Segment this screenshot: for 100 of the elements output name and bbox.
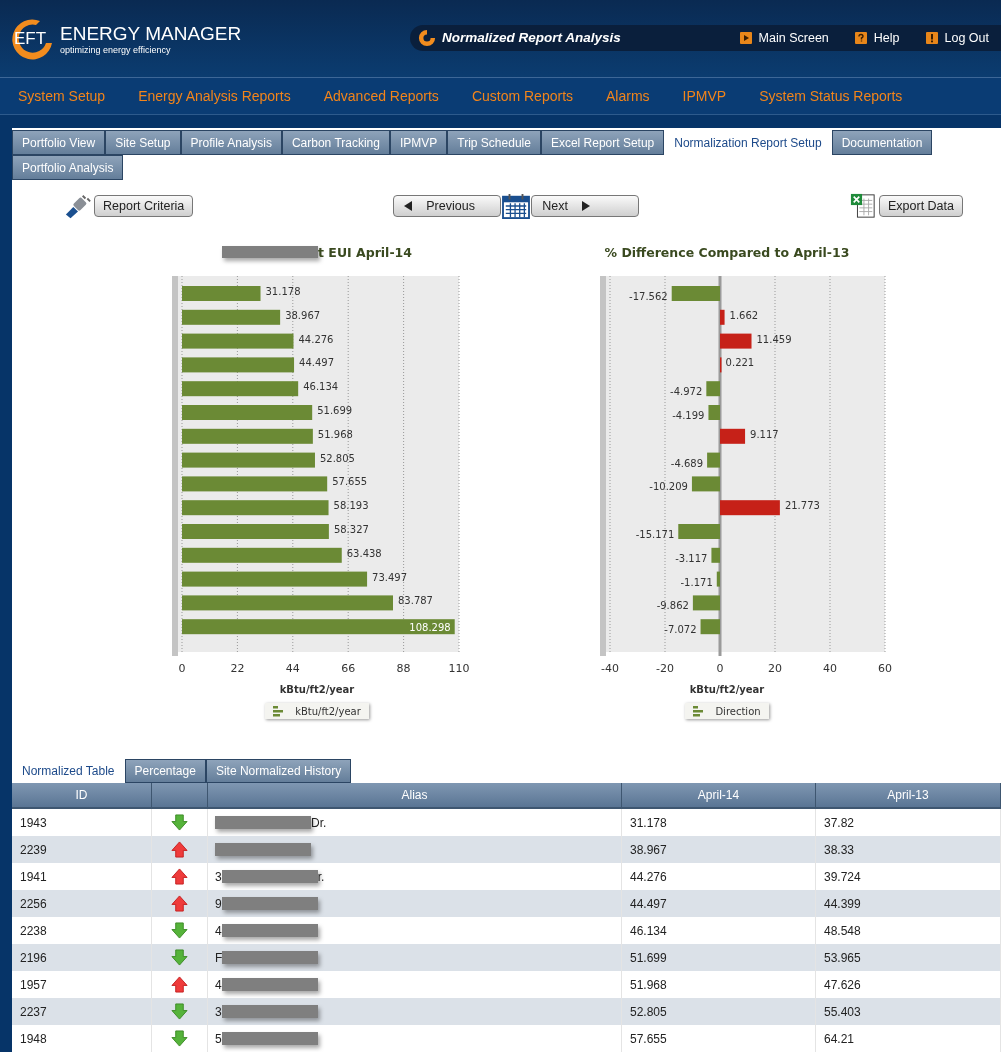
data-label: -7.072 [664,624,697,636]
bar [691,476,720,492]
axis-tick-label: 60 [878,662,892,675]
menu-item[interactable]: Custom Reports [471,88,574,105]
table-cell: 1957 [20,977,47,992]
data-label: 0.221 [725,357,755,369]
report-criteria-button[interactable]: Report Criteria [94,195,194,217]
tab[interactable]: Profile Analysis [180,130,282,155]
data-label: -9.862 [656,600,689,612]
down-arrow-icon [171,1030,188,1047]
tab[interactable]: Trip Schedule [447,130,541,155]
plug-icon [64,193,92,219]
table-cell: 1943 [20,815,47,830]
table-cell: 44.276 [630,869,667,884]
data-label: 21.773 [784,500,820,512]
tab[interactable]: Documentation [831,130,933,155]
export-data-button[interactable]: Export Data [879,195,963,217]
up-arrow-icon [171,841,188,858]
tab[interactable]: Excel Report Setup [540,130,665,155]
data-label: 1.662 [729,309,759,321]
data-label: 51.968 [317,428,353,440]
table-cell: 64.21 [824,1031,855,1046]
menu-item[interactable]: System Setup [18,88,106,105]
data-label: -4.199 [672,410,705,421]
legend-label: Direction [715,705,761,717]
axis-tick-label: 66 [341,662,356,675]
data-label: 51.699 [317,405,353,416]
exit-icon [925,31,938,44]
column-header[interactable]: ID [12,783,152,809]
table-cell: 53.965 [824,950,861,965]
data-label: 11.459 [756,333,792,345]
up-arrow-icon [171,895,188,912]
table-cell: 2238 [20,923,47,938]
column-header[interactable]: April-13 [816,783,1001,809]
axis-tick-label: 20 [768,662,782,675]
down-arrow-icon [171,949,188,966]
previous-button[interactable]: Previous [393,195,502,217]
chart-title: % Difference Compared to April-13 [604,244,850,260]
table-cell: Dr. [311,815,327,830]
data-label: -1.171 [680,576,713,588]
tab[interactable]: Percentage [124,759,206,783]
column-header[interactable]: April-14 [622,783,816,809]
table-cell: 4 [215,977,222,992]
menu-item[interactable]: Alarms [606,88,650,105]
up-arrow-icon [171,868,188,885]
table-cell: 1941 [20,869,47,884]
spreadsheet-icon [849,193,877,219]
data-label: 38.967 [285,309,321,321]
table-cell: 2239 [20,842,47,857]
data-label: -15.171 [635,529,675,540]
bar [708,405,720,420]
menu-item[interactable]: Energy Analysis Reports [138,88,291,105]
axis-tick-label: 88 [396,662,411,675]
data-label: 9.117 [750,428,779,440]
tab[interactable]: Carbon Tracking [281,130,390,155]
table-cell: 57.655 [630,1031,667,1046]
data-label: 58.193 [333,500,369,512]
table-cell: 2256 [20,896,47,911]
table-cell: 4 [215,923,222,938]
data-label: 31.178 [265,286,301,297]
column-header [152,783,208,809]
swirl-icon [418,28,436,47]
data-label: 46.134 [303,381,339,393]
tab[interactable]: Portfolio View [12,130,106,155]
header-link[interactable]: Main Screen [739,30,829,45]
bar [720,500,780,516]
help-icon [854,31,867,44]
tab[interactable]: IPMVP [389,130,448,155]
calendar-icon[interactable] [502,193,531,219]
tab[interactable]: Site Normalized History [205,759,352,783]
axis-tick-label: 110 [448,662,470,675]
data-label: 73.497 [372,571,408,583]
table-cell: 31.178 [630,815,667,830]
column-header[interactable]: Alias [208,783,622,809]
tab[interactable]: Portfolio Analysis [12,155,124,180]
axis-tick-label: 22 [230,662,245,675]
bar-legend-icon [693,705,706,717]
chart-title: t EUI April-14 [318,244,412,260]
menu-item[interactable]: Advanced Reports [323,88,439,105]
table-cell: 46.134 [630,923,667,938]
data-label: 52.805 [319,452,355,464]
table-cell: 9 [215,896,222,911]
menu-item[interactable]: System Status Reports [759,88,903,105]
tab[interactable]: Site Setup [105,130,181,155]
data-label: 57.655 [332,476,368,488]
data-label: 58.327 [333,524,369,535]
table-cell: 52.805 [630,1004,667,1019]
axis-tick-label: -40 [601,662,619,675]
data-label: 63.438 [346,547,382,559]
menu-item[interactable]: IPMVP [682,88,727,105]
header-link[interactable]: Log Out [925,30,989,45]
table-cell: 37.82 [824,815,855,830]
table-cell: 38.33 [824,842,855,857]
next-button[interactable]: Next [531,195,640,217]
header-link[interactable]: Help [854,30,900,45]
down-arrow-icon [171,922,188,939]
table-cell: 51.699 [630,950,667,965]
data-label: -10.209 [649,481,688,493]
axis-tick-label: 44 [285,662,300,675]
logo-tagline: optimizing energy efficiency [60,44,172,55]
